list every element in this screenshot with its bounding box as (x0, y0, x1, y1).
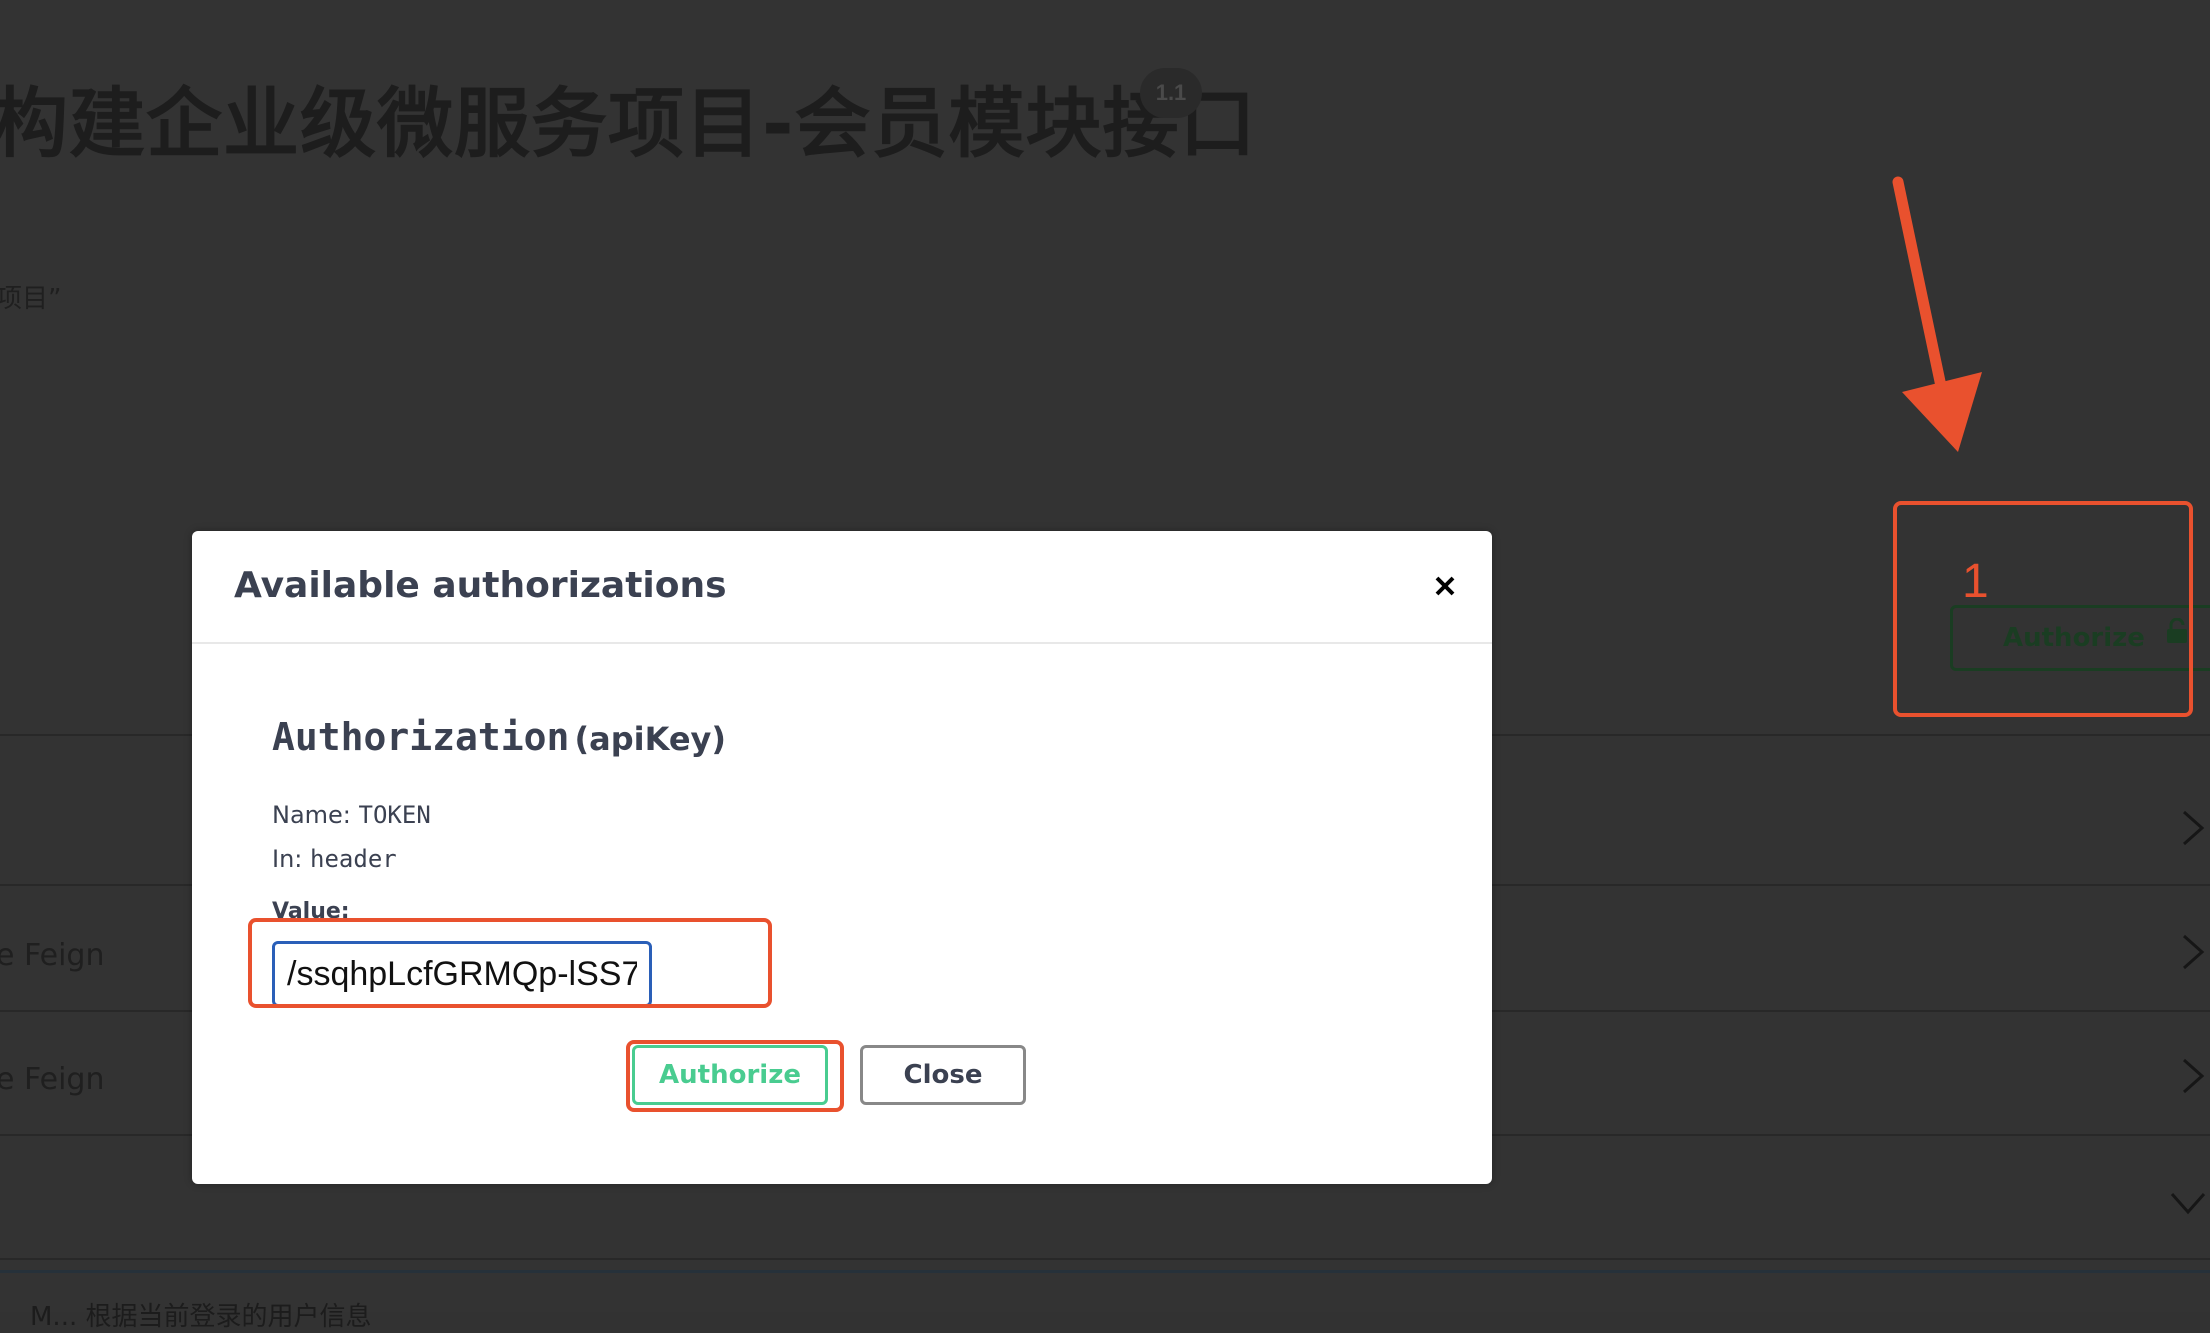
chevron-right-icon[interactable] (2178, 808, 2208, 848)
version-badge: 1.1 (1140, 68, 1202, 118)
page-title: 构建企业级微服务项目-会员模块接口 (0, 79, 1257, 168)
modal-title: Available authorizations (234, 565, 727, 606)
annotation-box-authorize (1893, 501, 2193, 717)
auth-scheme-name: Authorization (272, 715, 570, 759)
auth-in-key: In: (272, 845, 303, 873)
close-button[interactable]: Close (860, 1045, 1026, 1105)
auth-scheme-title: Authorization (apiKey) (272, 715, 726, 759)
annotation-step-number: 1 (1962, 555, 1989, 608)
chevron-right-icon[interactable] (2178, 1056, 2208, 1096)
chevron-down-icon[interactable] (2168, 1188, 2208, 1218)
operation-summary[interactable]: M... 根据当前登录的用户信息 (30, 1296, 372, 1333)
api-description: 项目” (0, 284, 62, 314)
auth-name-value: TOKEN (358, 801, 431, 829)
section-divider (0, 1258, 2210, 1260)
modal-header: Available authorizations (192, 531, 1492, 644)
auth-name-line: Name: TOKEN (272, 801, 431, 829)
annotation-box-authorize-button (626, 1040, 844, 1112)
arrow-icon (1892, 176, 1982, 452)
chevron-right-icon[interactable] (2178, 932, 2208, 972)
api-group-label[interactable]: e Feign (0, 1062, 104, 1097)
auth-name-key: Name: (272, 801, 351, 829)
close-icon[interactable] (1430, 571, 1460, 601)
operation-border (0, 1270, 2210, 1273)
auth-in-line: In: header (272, 845, 397, 873)
annotation-box-value (248, 918, 772, 1008)
auth-in-value: header (310, 845, 397, 873)
api-group-label[interactable]: e Feign (0, 938, 104, 973)
auth-scheme-type: (apiKey) (574, 720, 727, 758)
